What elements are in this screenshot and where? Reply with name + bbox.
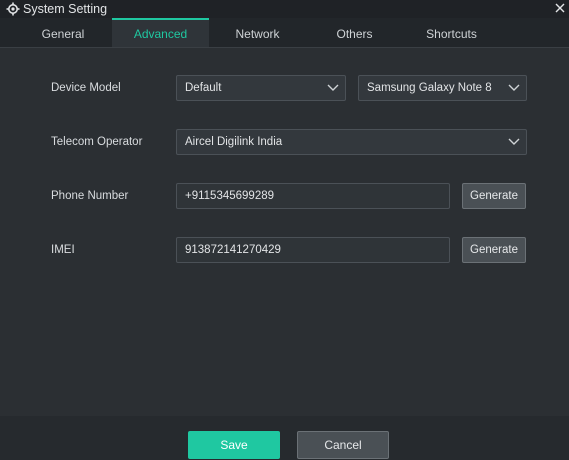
phone-number-label: Phone Number: [51, 190, 129, 202]
telecom-operator-value: Aircel Digilink India: [185, 136, 283, 148]
phone-number-input[interactable]: +9115345699289: [176, 183, 450, 209]
tab-advanced[interactable]: Advanced: [112, 18, 209, 47]
imei-value: 913872141270429: [185, 244, 281, 256]
chevron-down-icon: [508, 84, 520, 91]
tab-general[interactable]: General: [14, 18, 112, 47]
tab-shortcuts[interactable]: Shortcuts: [403, 18, 500, 47]
title-bar: System Setting: [0, 0, 569, 18]
save-button[interactable]: Save: [188, 431, 280, 459]
imei-input[interactable]: 913872141270429: [176, 237, 450, 263]
window-title: System Setting: [23, 2, 108, 16]
device-brand-select[interactable]: Default: [176, 75, 346, 101]
device-model-value: Samsung Galaxy Note 8: [367, 82, 492, 94]
chevron-down-icon: [508, 138, 520, 145]
chevron-down-icon: [327, 84, 339, 91]
telecom-operator-label: Telecom Operator: [51, 136, 143, 148]
close-icon[interactable]: [553, 0, 567, 16]
phone-number-value: +9115345699289: [185, 190, 275, 202]
tab-bar: General Advanced Network Others Shortcut…: [0, 18, 569, 48]
device-model-label: Device Model: [51, 82, 121, 94]
telecom-operator-select[interactable]: Aircel Digilink India: [176, 129, 527, 155]
generate-imei-button[interactable]: Generate: [462, 237, 526, 263]
gear-icon: [6, 2, 20, 16]
generate-phone-button[interactable]: Generate: [462, 183, 526, 209]
cancel-button[interactable]: Cancel: [297, 431, 389, 459]
tab-network[interactable]: Network: [209, 18, 306, 47]
system-setting-window: System Setting General Advanced Network …: [0, 0, 569, 460]
tab-others[interactable]: Others: [306, 18, 403, 47]
device-model-select[interactable]: Samsung Galaxy Note 8: [358, 75, 527, 101]
device-brand-value: Default: [185, 82, 222, 94]
imei-label: IMEI: [51, 244, 75, 256]
footer-bar: Save Cancel: [0, 416, 569, 460]
